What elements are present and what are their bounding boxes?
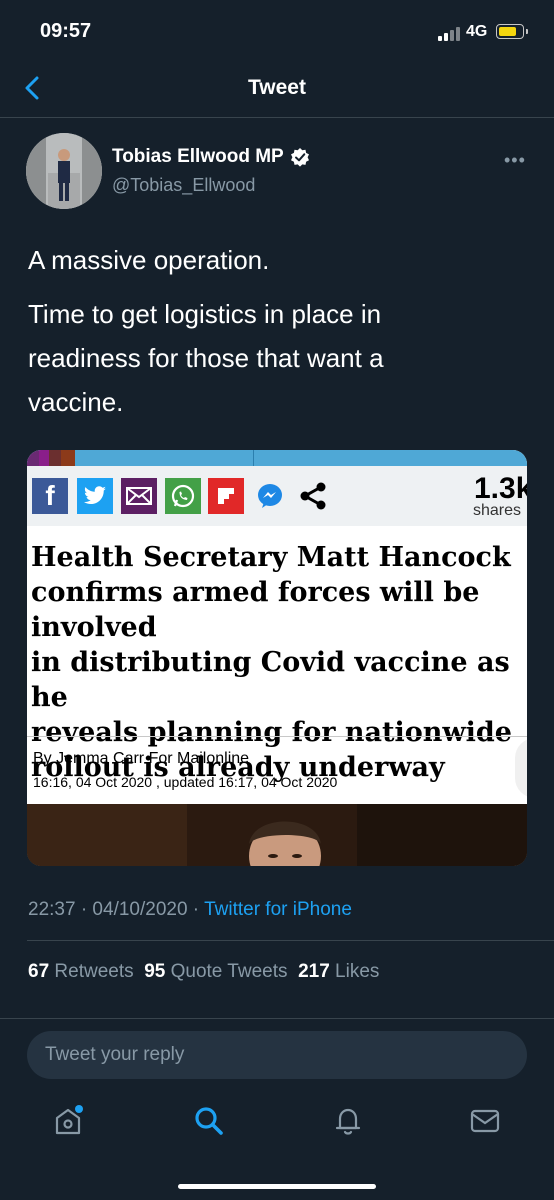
email-icon[interactable] <box>121 478 157 514</box>
flipboard-icon[interactable] <box>208 478 244 514</box>
author-handle[interactable]: @Tobias_Ellwood <box>112 175 255 196</box>
tweet-text-line: readiness for those that want a <box>28 343 384 373</box>
retweets-stat[interactable]: 67 Retweets <box>28 961 134 982</box>
status-time: 09:57 <box>40 20 92 42</box>
tweet-source-link[interactable]: Twitter for iPhone <box>204 899 352 920</box>
likes-count: 217 <box>298 961 330 982</box>
messenger-icon[interactable] <box>252 478 288 514</box>
article-dateline: 16:16, 04 Oct 2020 , updated 16:17, 04 O… <box>33 774 338 790</box>
likes-label: Likes <box>335 961 380 982</box>
twitter-icon[interactable] <box>77 478 113 514</box>
author-name[interactable]: Tobias Ellwood MP <box>112 146 284 168</box>
article-headline: Health Secretary Matt Hancock confirms a… <box>31 542 512 783</box>
quote-tweets-stat[interactable]: 95 Quote Tweets <box>144 961 287 982</box>
home-icon <box>55 1105 83 1135</box>
card-top-bar <box>27 450 527 466</box>
tweet-text-line: A massive operation. <box>28 245 270 275</box>
tab-messages[interactable] <box>468 1104 502 1138</box>
whatsapp-icon[interactable] <box>165 478 201 514</box>
byline-divider <box>27 736 527 737</box>
author-name-row[interactable]: Tobias Ellwood MP <box>112 146 310 168</box>
stats-divider <box>0 1018 554 1019</box>
likes-stat[interactable]: 217 Likes <box>298 961 379 982</box>
signal-icon <box>438 27 462 41</box>
meta-divider <box>27 940 554 941</box>
facebook-icon[interactable]: f <box>32 478 68 514</box>
network-label: 4G <box>466 23 488 40</box>
avatar[interactable] <box>26 133 102 209</box>
tab-search[interactable] <box>192 1104 226 1138</box>
header-divider <box>0 117 554 118</box>
tweet-text-line: Time to get logistics in place in <box>28 299 382 329</box>
reply-placeholder: Tweet your reply <box>45 1044 185 1065</box>
tweet-stats: 67 Retweets 95 Quote Tweets 217 Likes <box>28 961 379 983</box>
tweet-meta: 22:37 · 04/10/2020 · Twitter for iPhone <box>28 899 352 921</box>
share-count: 1.3k <box>474 472 527 505</box>
retweets-label: Retweets <box>54 961 134 982</box>
quote-tweets-count: 95 <box>144 961 166 982</box>
share-icon[interactable] <box>295 478 331 514</box>
retweets-count: 67 <box>28 961 50 982</box>
scroll-handle <box>515 738 527 798</box>
notifications-icon <box>335 1108 361 1135</box>
article-byline: By Jemma Carr For Mailonline <box>33 750 250 767</box>
battery-icon <box>496 24 528 39</box>
tab-home[interactable] <box>52 1104 86 1138</box>
more-options-icon[interactable]: ••• <box>504 150 526 171</box>
tweet-text-line: vaccine. <box>28 387 124 417</box>
tab-notifications[interactable] <box>332 1104 366 1138</box>
avatar-photo <box>26 133 102 209</box>
messages-icon <box>470 1109 500 1133</box>
article-image <box>27 804 527 866</box>
verified-badge-icon <box>290 148 309 167</box>
home-indicator <box>178 1184 376 1189</box>
quote-tweets-label: Quote Tweets <box>170 961 288 982</box>
page-title: Tweet <box>248 76 306 99</box>
search-icon <box>195 1107 223 1135</box>
share-label: shares <box>473 502 522 519</box>
tweet-timestamp: 22:37 · 04/10/2020 · <box>28 899 205 920</box>
link-preview-card[interactable]: f 1.3k shares Health Secretary Matt Hanc… <box>27 450 527 866</box>
